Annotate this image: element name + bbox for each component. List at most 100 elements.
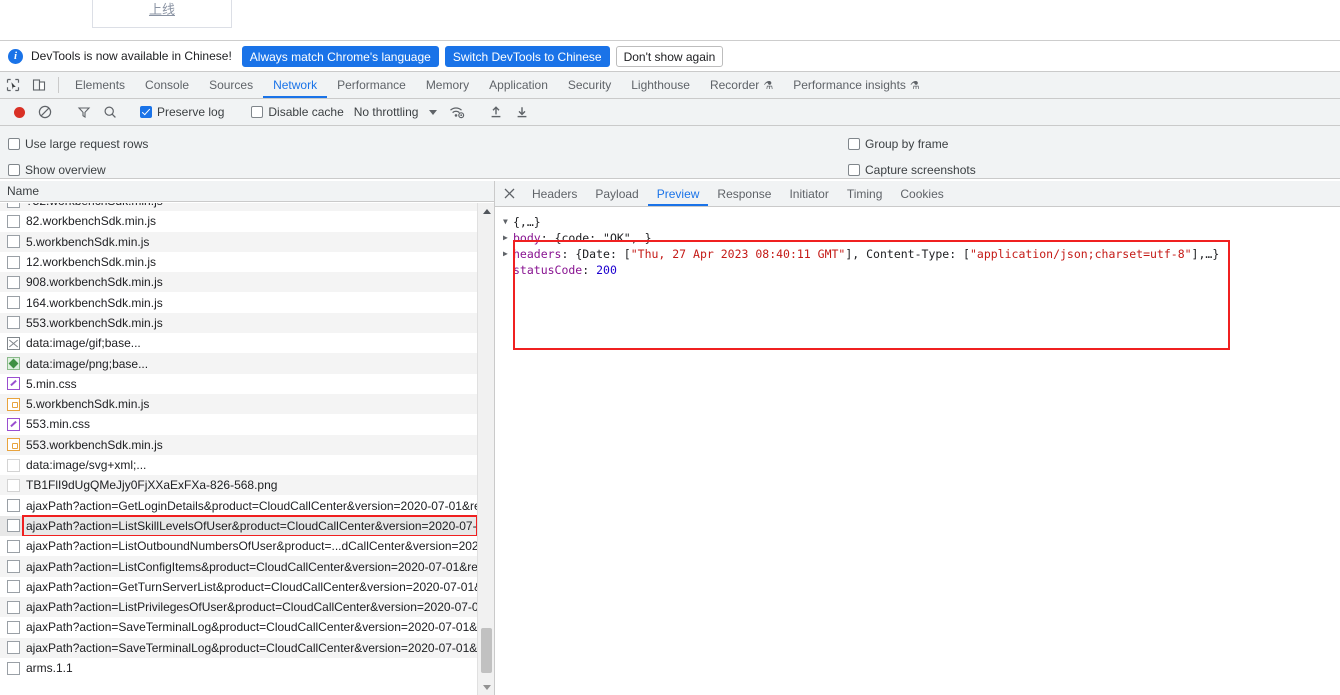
throttling-dropdown-button[interactable]: [422, 99, 444, 125]
disable-cache-label: Disable cache: [268, 105, 344, 119]
request-row[interactable]: ajaxPath?action=GetLoginDetails&product=…: [0, 495, 477, 516]
tab-performance-insights[interactable]: Performance insights ⚗: [783, 72, 930, 98]
request-row-name: 553.workbenchSdk.min.js: [26, 315, 163, 330]
preview-json-viewer[interactable]: ▼ {,…} ▶ body: {code: "OK",…} ▶ headers:…: [495, 208, 1340, 695]
disable-cache-checkbox[interactable]: Disable cache: [251, 105, 344, 119]
group-by-frame-box: [848, 138, 860, 150]
request-row[interactable]: data:image/svg+xml;...: [0, 454, 477, 476]
language-banner: i DevTools is now available in Chinese! …: [0, 41, 1340, 72]
request-row[interactable]: 5.workbenchSdk.min.js: [0, 394, 477, 415]
tab-lighthouse[interactable]: Lighthouse: [621, 72, 700, 98]
always-match-language-button[interactable]: Always match Chrome's language: [241, 45, 439, 67]
request-list[interactable]: ?52.workbenchSdk.min.js 82.workbenchSdk.m…: [0, 203, 477, 695]
json-root-value: {,…}: [513, 215, 541, 229]
device-toolbar-icon: [32, 79, 46, 91]
request-row[interactable]: ajaxPath?action=ListPrivilegesOfUser&pro…: [0, 597, 477, 618]
capture-screenshots-checkbox[interactable]: Capture screenshots: [848, 157, 976, 183]
scroll-up-arrow-icon[interactable]: [478, 203, 494, 220]
clear-button[interactable]: [32, 99, 58, 125]
device-toolbar-button[interactable]: [26, 72, 52, 98]
detail-tab-cookies[interactable]: Cookies: [891, 181, 952, 206]
request-row[interactable]: 82.workbenchSdk.min.js: [0, 211, 477, 232]
request-type-doc-icon: [7, 214, 20, 228]
detail-tab-timing[interactable]: Timing: [838, 181, 892, 206]
tab-recorder[interactable]: Recorder ⚗: [700, 72, 783, 98]
filter-icon: [77, 107, 91, 119]
request-row[interactable]: 553.workbenchSdk.min.js: [0, 434, 477, 455]
request-row[interactable]: ajaxPath?action=GetTurnServerList&produc…: [0, 576, 477, 597]
request-row[interactable]: ajaxPath?action=ListConfigItems&product=…: [0, 556, 477, 577]
request-row-name: ajaxPath?action=GetTurnServerList&produc…: [26, 579, 477, 594]
request-type-doc-icon: [7, 620, 20, 634]
request-row[interactable]: ajaxPath?action=ListSkillLevelsOfUser&pr…: [0, 515, 477, 537]
json-statuscode-line[interactable]: ▶ statusCode: 200: [503, 262, 1340, 278]
disclosure-triangle-icon[interactable]: ▶: [503, 230, 513, 246]
tab-sources[interactable]: Sources: [199, 72, 263, 98]
export-har-button[interactable]: [509, 99, 535, 125]
detail-tab-headers[interactable]: Headers: [523, 181, 586, 206]
network-conditions-button[interactable]: [444, 99, 470, 125]
tab-application[interactable]: Application: [479, 72, 558, 98]
request-row[interactable]: data:image/gif;base...: [0, 333, 477, 354]
request-row[interactable]: ?52.workbenchSdk.min.js: [0, 203, 477, 212]
detail-tab-initiator[interactable]: Initiator: [780, 181, 837, 206]
request-row[interactable]: 12.workbenchSdk.min.js: [0, 251, 477, 273]
request-type-faded-icon: [7, 478, 20, 492]
request-list-scrollbar[interactable]: [477, 203, 494, 695]
detail-tab-label: Preview: [656, 186, 700, 201]
publish-button[interactable]: 上线: [92, 0, 232, 28]
banner-message: DevTools is now available in Chinese!: [31, 49, 232, 63]
request-row[interactable]: 5.workbenchSdk.min.js: [0, 231, 477, 252]
inspect-element-button[interactable]: [0, 72, 26, 98]
request-row[interactable]: data:image/png;base...: [0, 353, 477, 374]
detail-tab-response[interactable]: Response: [708, 181, 780, 206]
tab-memory[interactable]: Memory: [416, 72, 479, 98]
request-row[interactable]: ajaxPath?action=SaveTerminalLog&product=…: [0, 637, 477, 658]
tab-label: Performance insights: [793, 78, 906, 92]
request-row[interactable]: TB1FlI9dUgQMeJjy0FjXXaExFXa-826-568.png: [0, 475, 477, 496]
request-row[interactable]: 553.min.css: [0, 414, 477, 435]
json-body-line[interactable]: ▶ body: {code: "OK",…}: [503, 230, 1340, 246]
network-split-view: Name ?52.workbenchSdk.min.js 82.workbench…: [0, 181, 1340, 695]
tab-network[interactable]: Network: [263, 72, 328, 98]
tab-elements[interactable]: Elements: [65, 72, 135, 98]
request-type-doc-icon: [7, 235, 20, 249]
throttling-select-value[interactable]: No throttling: [354, 105, 419, 119]
scrollbar-thumb[interactable]: [481, 628, 492, 673]
scroll-down-arrow-icon[interactable]: [478, 679, 494, 695]
request-row-name: 908.workbenchSdk.min.js: [26, 275, 163, 290]
request-row-name: 82.workbenchSdk.min.js: [26, 214, 157, 229]
request-row[interactable]: ajaxPath?action=SaveTerminalLog&product=…: [0, 617, 477, 638]
switch-devtools-chinese-button[interactable]: Switch DevTools to Chinese: [444, 45, 610, 67]
json-headers-line[interactable]: ▶ headers: {Date: ["Thu, 27 Apr 2023 08:…: [503, 246, 1340, 262]
request-row[interactable]: arms.1.1: [0, 657, 477, 679]
tab-console[interactable]: Console: [135, 72, 199, 98]
dont-show-again-button[interactable]: Don't show again: [615, 45, 724, 67]
tab-performance[interactable]: Performance: [327, 72, 416, 98]
request-row[interactable]: ajaxPath?action=ListOutboundNumbersOfUse…: [0, 536, 477, 557]
show-overview-label: Show overview: [25, 163, 106, 177]
detail-tab-preview[interactable]: Preview: [647, 181, 709, 206]
search-button[interactable]: [97, 99, 123, 125]
use-large-request-rows-checkbox[interactable]: Use large request rows: [8, 131, 148, 157]
network-conditions-icon: [450, 107, 465, 119]
disclosure-triangle-icon[interactable]: ▶: [503, 246, 513, 262]
json-statuscode-key: statusCode: [513, 263, 583, 277]
json-root-line[interactable]: ▼ {,…}: [503, 214, 1340, 230]
tab-security[interactable]: Security: [558, 72, 621, 98]
close-detail-button[interactable]: [495, 181, 523, 206]
request-row[interactable]: 908.workbenchSdk.min.js: [0, 272, 477, 293]
record-button[interactable]: [6, 99, 32, 125]
preserve-log-checkbox[interactable]: Preserve log: [140, 105, 224, 119]
publish-button-label: 上线: [148, 1, 175, 17]
detail-tab-payload[interactable]: Payload: [586, 181, 647, 206]
group-by-frame-checkbox[interactable]: Group by frame: [848, 131, 976, 157]
request-row[interactable]: 553.workbenchSdk.min.js: [0, 312, 477, 334]
disclosure-triangle-icon[interactable]: ▼: [503, 214, 513, 230]
show-overview-checkbox[interactable]: Show overview: [8, 157, 148, 183]
import-har-button[interactable]: [483, 99, 509, 125]
request-row-name: 553.workbenchSdk.min.js: [26, 437, 163, 452]
request-row[interactable]: 5.min.css: [0, 373, 477, 394]
request-row[interactable]: 164.workbenchSdk.min.js: [0, 292, 477, 313]
filter-button[interactable]: [71, 99, 97, 125]
